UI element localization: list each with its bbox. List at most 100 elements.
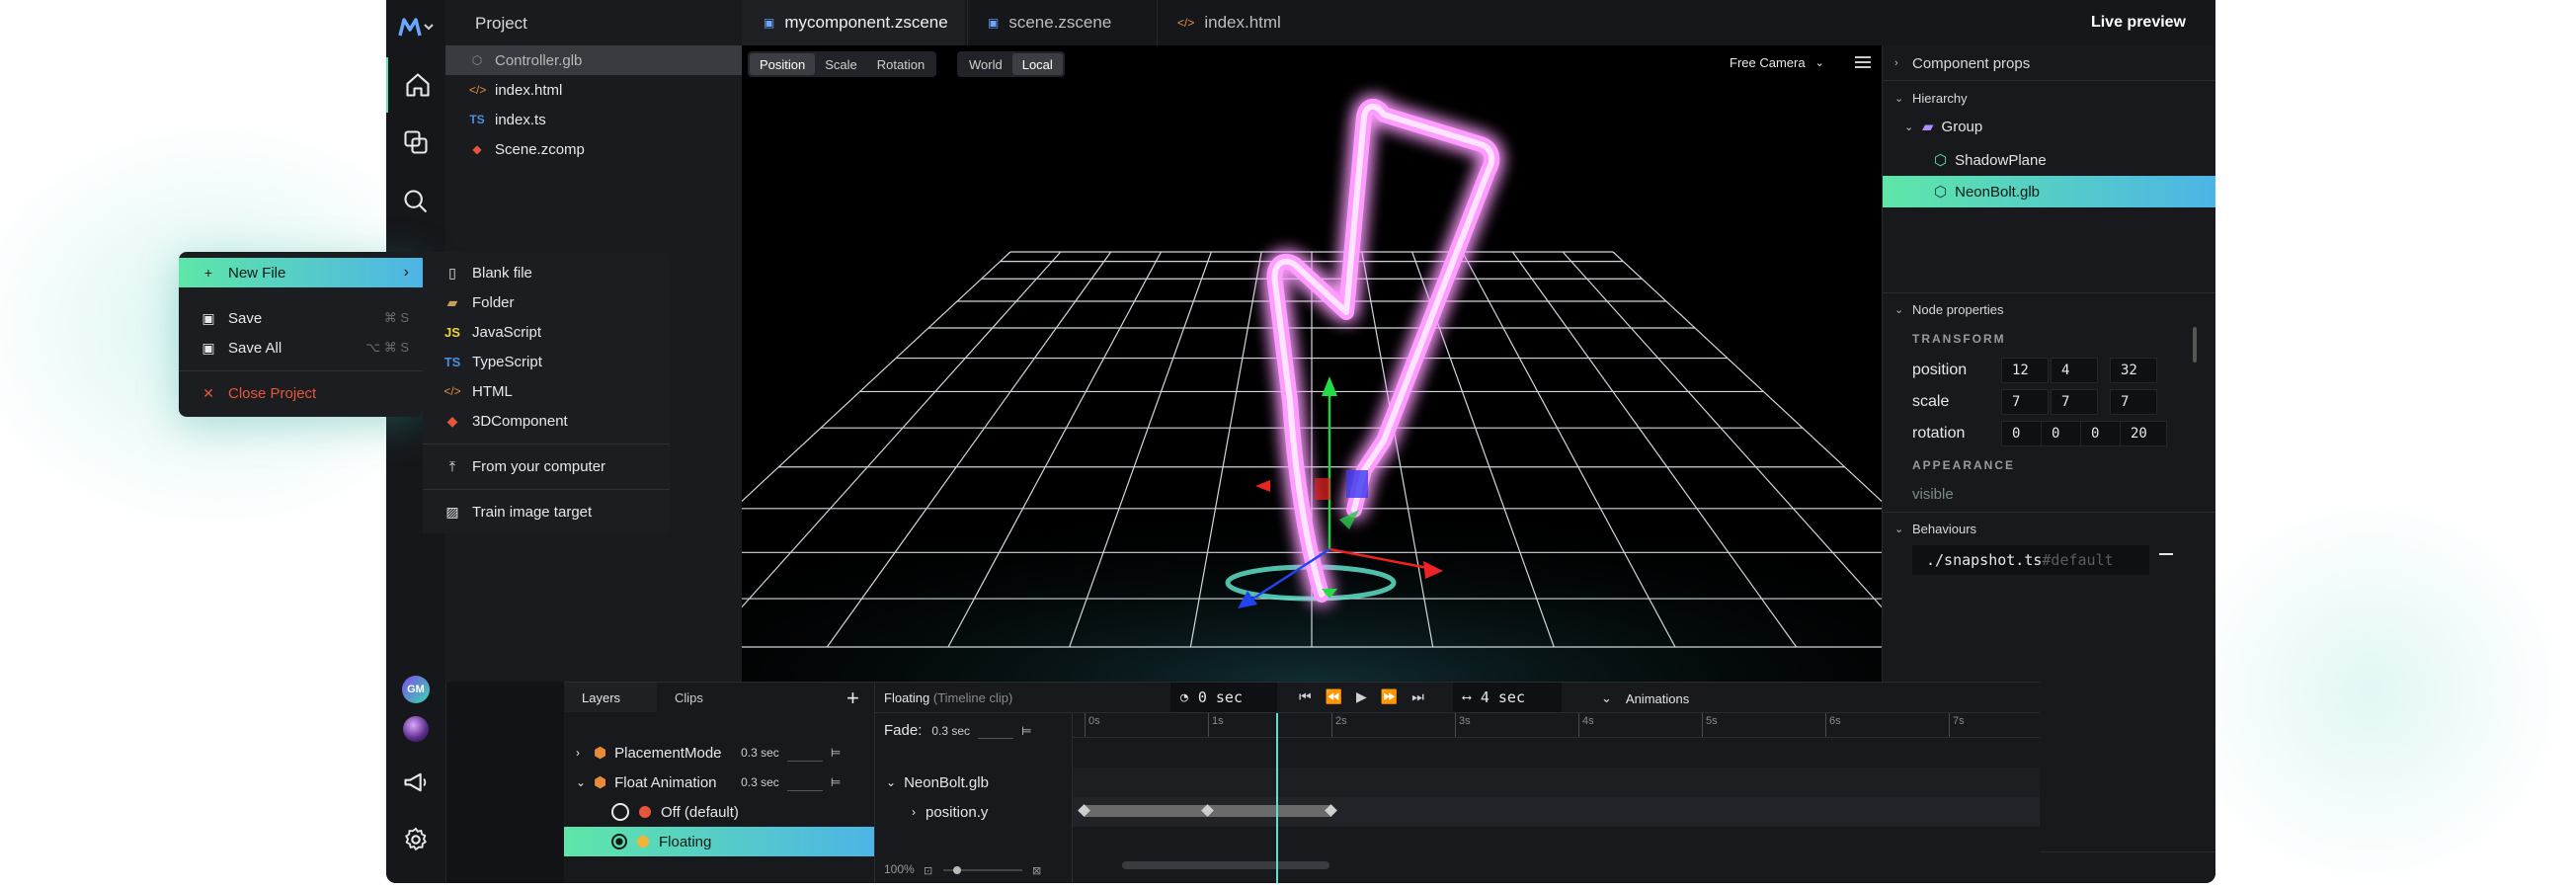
scale-x-input[interactable]: 7 <box>2001 389 2049 415</box>
code-icon: </> <box>443 384 461 398</box>
train-image-target-item[interactable]: ▨ Train image target <box>423 497 592 526</box>
scrollbar-thumb[interactable] <box>2193 327 2197 363</box>
ruler-tick-label: 0s <box>1085 713 1100 737</box>
node-properties-header[interactable]: ⌄ Node properties <box>1883 298 2215 320</box>
upload-from-computer-item[interactable]: ⤒ From your computer <box>423 451 605 481</box>
rotation-w-input[interactable]: 20 <box>2120 421 2167 446</box>
file-name: Scene.zcomp <box>495 140 585 158</box>
state-dot-icon <box>637 836 649 848</box>
layer-row-float-animation[interactable]: ⌄ ⬢ Float Animation 0.3 sec ⊨ <box>564 768 874 797</box>
duration-field[interactable]: ⟷ 4 sec <box>1453 683 1562 712</box>
current-time-field[interactable]: ◔ 0 sec <box>1170 683 1277 712</box>
new-3dcomponent-item[interactable]: ◆ 3DComponent <box>423 406 568 436</box>
scale-mode-button[interactable]: Scale <box>815 53 867 75</box>
camera-select[interactable]: Free Camera ⌄ <box>1730 55 1824 70</box>
new-file-menu-item[interactable]: + New File › <box>179 258 423 287</box>
hierarchy-header[interactable]: ⌄ Hierarchy <box>1883 87 2215 109</box>
behaviours-header[interactable]: ⌄ Behaviours <box>1883 518 2215 539</box>
assets-button[interactable] <box>386 115 445 170</box>
folder-icon: ▰ <box>446 293 458 310</box>
live-preview-button[interactable]: Live preview <box>2091 14 2186 32</box>
radio-button-checked[interactable] <box>611 834 627 849</box>
position-y-input[interactable]: 4 <box>2051 358 2098 383</box>
new-html-item[interactable]: </> HTML <box>423 376 513 406</box>
tab-index-html[interactable]: </> index.html <box>1157 0 1325 45</box>
skip-end-icon[interactable]: ⏭ <box>1411 688 1424 705</box>
save-menu-item[interactable]: ▣ Save ⌘ S <box>179 303 423 333</box>
ruler-tick-label: 6s <box>1825 713 1841 737</box>
zoom-slider-thumb[interactable] <box>953 866 961 874</box>
layer-row-off-default[interactable]: Off (default) <box>564 797 874 827</box>
zoom-in-icon[interactable]: ⊠ <box>1032 864 1041 877</box>
search-icon <box>404 190 428 213</box>
logo-menu-button[interactable] <box>386 0 445 55</box>
file-item-controller[interactable]: ⬡ Controller.glb <box>445 45 742 75</box>
scale-y-input[interactable]: 7 <box>2051 389 2098 415</box>
world-space-button[interactable]: World <box>959 53 1012 75</box>
chevron-right-icon: › <box>403 264 409 281</box>
file-item-scene-zcomp[interactable]: ◆ Scene.zcomp <box>445 134 742 164</box>
scene-viewport[interactable]: Position Scale Rotation World Local Free… <box>742 45 1882 682</box>
chevron-down-icon: ⌄ <box>1894 92 1904 105</box>
save-all-menu-item[interactable]: ▣ Save All ⌥ ⌘ S <box>179 333 423 363</box>
settings-button[interactable] <box>386 812 445 867</box>
layer-row-placementmode[interactable]: › ⬢ PlacementMode 0.3 sec ⊨ <box>564 738 874 768</box>
track-area[interactable]: 0s 1s 2s 3s 4s 5s 6s 7s <box>1073 713 2040 883</box>
tab-clips[interactable]: Clips <box>657 683 750 712</box>
scale-z-input[interactable]: 7 <box>2110 389 2157 415</box>
radio-button[interactable] <box>611 803 629 821</box>
step-back-icon[interactable]: ⏪ <box>1326 688 1342 705</box>
playhead[interactable] <box>1275 713 1278 883</box>
play-icon[interactable]: ▶ <box>1356 688 1367 705</box>
scene-canvas <box>742 99 1882 682</box>
tab-layers[interactable]: Layers <box>564 683 657 712</box>
gear-icon <box>405 827 427 850</box>
animations-dropdown[interactable]: ⌄ Animations <box>1601 690 1689 706</box>
node-label: NeonBolt.glb <box>1955 183 2041 201</box>
behaviour-item[interactable]: ./snapshot.ts #default <box>1912 545 2149 575</box>
new-javascript-item[interactable]: JS JavaScript <box>423 317 541 347</box>
zoom-out-icon[interactable]: ⊡ <box>924 864 932 877</box>
component-icon: ◆ <box>446 412 458 429</box>
local-space-button[interactable]: Local <box>1011 53 1063 75</box>
ts-icon: TS <box>443 354 461 369</box>
close-project-menu-item[interactable]: ✕ Close Project <box>179 378 423 408</box>
component-props-header[interactable]: › Component props <box>1883 51 2215 75</box>
zoom-slider[interactable] <box>943 866 1022 874</box>
track-property-row[interactable]: › position.y <box>874 797 1072 827</box>
new-blank-file-item[interactable]: ▯ Blank file <box>423 258 532 287</box>
hierarchy-node-group[interactable]: ⌄ ▰ Group <box>1883 111 2215 142</box>
behaviour-export: #default <box>2042 551 2114 569</box>
home-button[interactable] <box>386 57 447 113</box>
ruler-tick-label: 5s <box>1702 713 1718 737</box>
layer-row-floating[interactable]: Floating <box>564 827 874 856</box>
announcements-button[interactable] <box>386 755 445 810</box>
new-folder-item[interactable]: ▰ Folder <box>423 287 515 317</box>
hierarchy-node-neonbolt[interactable]: ⬡ NeonBolt.glb <box>1883 176 2215 207</box>
tab-mycomponent[interactable]: ▣ mycomponent.zscene <box>742 0 965 45</box>
rotation-mode-button[interactable]: Rotation <box>867 53 934 75</box>
add-layer-button[interactable]: + <box>846 686 859 711</box>
position-mode-button[interactable]: Position <box>750 53 816 75</box>
cube-icon: ⬡ <box>1934 152 1948 169</box>
space-mode-toolbar: World Local <box>957 51 1065 77</box>
avatar <box>403 716 429 742</box>
file-item-index-ts[interactable]: TS index.ts <box>445 105 742 134</box>
chevron-right-icon: › <box>1894 57 1898 69</box>
hierarchy-node-shadowplane[interactable]: ⬡ ShadowPlane <box>1883 144 2215 176</box>
folder-icon: ▰ <box>1922 119 1934 135</box>
horizontal-scrollbar[interactable] <box>1122 861 1329 869</box>
search-button[interactable] <box>386 174 445 229</box>
new-typescript-item[interactable]: TS TypeScript <box>423 347 542 376</box>
remove-behaviour-button[interactable] <box>2159 553 2173 555</box>
skip-start-icon[interactable]: ⏮ <box>1299 688 1312 705</box>
position-z-input[interactable]: 32 <box>2110 358 2157 383</box>
track-node-row[interactable]: ⌄ NeonBolt.glb <box>874 768 1072 797</box>
step-forward-icon[interactable]: ⏩ <box>1381 688 1398 705</box>
viewport-menu-button[interactable] <box>1854 55 1872 69</box>
position-x-input[interactable]: 12 <box>2001 358 2049 383</box>
collaborator-avatar[interactable] <box>386 701 445 757</box>
tab-scene[interactable]: ▣ scene.zscene <box>967 0 1157 45</box>
file-item-index-html[interactable]: </> index.html <box>445 75 742 105</box>
fade-control[interactable]: Fade: 0.3 sec ⊨ <box>884 722 1032 739</box>
